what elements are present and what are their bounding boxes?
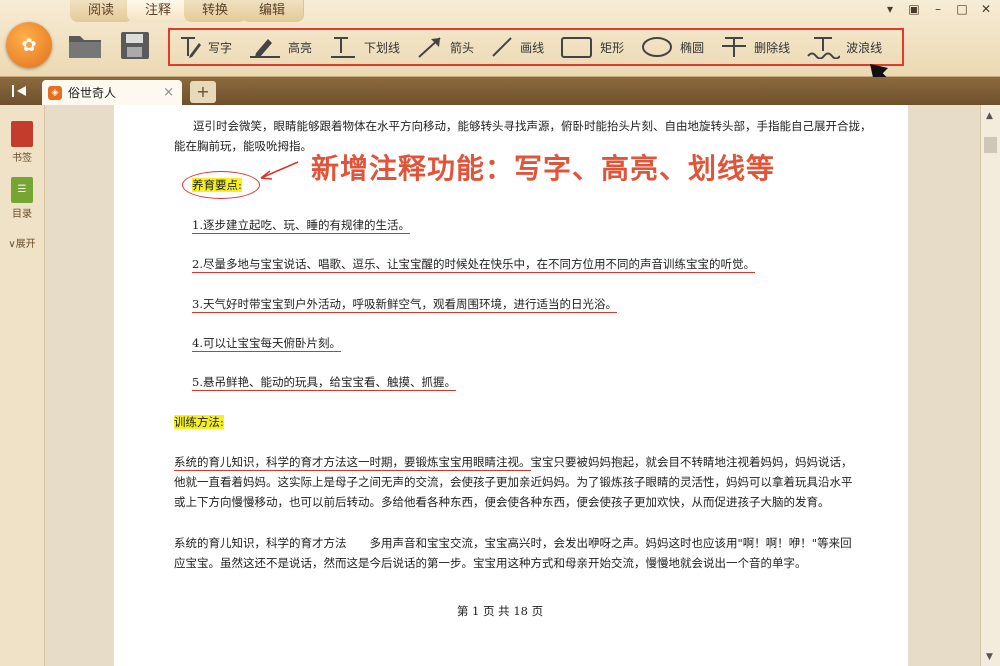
title-bar: 阅读 注释 转换 编辑 ▾ ▣ – □ ✕ ✿ 写字 高亮 下划线 箭头 画线 … [0,0,1000,94]
dropdown-icon[interactable]: ▾ [882,2,898,16]
wavy-line-icon [807,37,841,59]
sidebar-bookmark-label: 书签 [12,153,32,164]
sidebar-toc-label: 目录 [12,209,32,220]
save-button[interactable] [116,28,154,62]
arrow-tool-label: 箭头 [450,40,475,55]
scroll-up-icon[interactable]: ▲ [986,111,993,121]
annotation-text[interactable]: 新增注释功能：写字、高亮、划线等 [311,147,775,187]
paragraph-voice-line1: 系统的育儿知识，科学的育才方法 多用声音和宝宝交流，宝宝高兴时，会发出咿呀之声。… [174,536,852,550]
annotation-toolbar: 写字 高亮 下划线 箭头 画线 矩形 椭圆 删除线 波浪线 [168,28,904,66]
sidebar-expand-label: 展开 [15,239,36,250]
list-item: 5.悬吊鲜艳、能动的玩具，给宝宝看、触摸、抓握。 [192,372,456,392]
ellipse-icon [642,37,673,57]
rectangle-tool-label: 矩形 [600,40,625,55]
highlight-tool-label: 高亮 [288,40,313,55]
paragraph-training-line2: 他就一直看着妈妈。这实际上是母子之间无声的交流，会使孩子更加亲近妈妈。为了锻炼孩… [174,475,853,489]
list-item: 3.天气好时带宝宝到户外活动，呼吸新鲜空气，观看周围环境，进行适当的日光浴。 [192,294,617,314]
section-heading-training-text: 训练方法: [174,415,224,429]
list-item-5: 5.悬吊鲜艳、能动的玩具，给宝宝看、触摸、抓握。 [192,375,456,391]
toc-icon: ☰ [11,177,33,203]
ellipse-tool-button[interactable]: 椭圆 [632,30,712,64]
list-item-2: 2.尽量多地与宝宝说话、唱歌、逗乐、让宝宝醒的时候处在快乐中，在不同方位用不同的… [192,257,755,273]
write-tool-button[interactable]: 写字 [170,30,240,64]
sidebar-item-bookmark[interactable]: 书签 [0,121,44,164]
underline-tool-label: 下划线 [364,40,401,55]
save-icon [121,32,149,59]
paragraph-intro-line2: 能在胸前玩，能吸吮拇指。 [174,139,312,153]
document-icon: ◈ [48,85,62,100]
highlight-icon [250,39,281,58]
underline-icon [331,37,356,58]
paragraph-training-line1: 系统的育儿知识，科学的育才方法这一时期，要锻炼宝宝用眼睛注视。宝宝只要被妈妈抱起… [174,452,884,472]
write-tool-label: 写字 [208,40,233,55]
highlight-tool-button[interactable]: 高亮 [240,30,320,64]
paragraph-training-line1-rest: 宝宝只要被妈妈抱起，就会目不转睛地注视着妈妈，妈妈说话， [530,455,853,469]
window-controls: ▾ ▣ – □ ✕ [882,2,994,16]
app-logo-icon[interactable]: ✿ [6,22,52,68]
paragraph-intro-line1: 逗引时会微笑，眼睛能够跟着物体在水平方向移动，能够转头寻找声源，俯卧时能抬头片刻… [193,119,872,133]
list-item-3: 3.天气好时带宝宝到户外活动，呼吸新鲜空气，观看周围环境，进行适当的日光浴。 [192,297,617,313]
list-item: 4.可以让宝宝每天俯卧片刻。 [192,333,341,353]
tab-edit[interactable]: 编辑 [241,0,305,22]
section-heading-care: 养育要点: [192,175,242,195]
minimize-button[interactable]: – [930,2,946,16]
new-tab-button[interactable]: + [190,81,216,103]
paragraph-voice-line2: 应宝宝。虽然这还不是说话，然而这是今后说话的第一步。宝宝用这种方式和母亲开始交流… [174,556,807,570]
list-item-1: 1.逐步建立起吃、玩、睡的有规律的生活。 [192,218,410,234]
wavy-line-tool-button[interactable]: 波浪线 [798,30,890,64]
tab-convert[interactable]: 转换 [184,0,248,22]
ellipse-tool-label: 椭圆 [680,40,705,55]
maximize-button[interactable]: □ [954,2,970,16]
arrow-tool-button[interactable]: 箭头 [408,30,482,64]
paragraph-underlined-text: 系统的育儿知识，科学的育才方法这一时期，要锻炼宝宝用眼睛注视。 [174,455,531,471]
page-indicator: 第 1 页 共 18 页 [456,604,544,618]
underline-tool-button[interactable]: 下划线 [320,30,408,64]
collapse-left-icon [12,85,26,97]
list-item-4: 4.可以让宝宝每天俯卧片刻。 [192,336,341,352]
tab-read[interactable]: 阅读 [70,0,134,22]
folder-icon [69,36,101,58]
scroll-thumb[interactable] [984,137,997,153]
wavy-line-tool-label: 波浪线 [846,40,883,55]
rectangle-tool-button[interactable]: 矩形 [552,30,632,64]
strikethrough-icon [722,37,747,57]
paragraph-training-line3: 或上下方向慢慢移动，也可以前后转动。多给他看各种东西，便会使各种东西，便会使孩子… [174,495,830,509]
vertical-scrollbar[interactable]: ▲ ▼ [980,105,1000,666]
document-tab[interactable]: ◈ 俗世奇人 × [42,80,182,105]
rectangle-icon [561,37,593,58]
document-tab-bar: ◈ 俗世奇人 × + [0,77,1000,105]
arrow-icon [418,37,441,58]
strikethrough-tool-button[interactable]: 删除线 [712,30,798,64]
tab-annotate[interactable]: 注释 [127,0,191,22]
write-icon [181,37,201,58]
chevron-down-icon: ∨ [8,239,16,250]
menu-tabs: 阅读 注释 转换 编辑 [70,0,305,22]
close-tab-icon[interactable]: × [163,85,174,100]
list-item: 2.尽量多地与宝宝说话、唱歌、逗乐、让宝宝醒的时候处在快乐中，在不同方位用不同的… [192,254,755,274]
line-tool-label: 画线 [520,40,545,55]
section-heading-training: 训练方法: [174,412,224,432]
collapse-sidebar-button[interactable] [10,82,30,100]
list-item: 1.逐步建立起吃、玩、睡的有规律的生活。 [192,215,410,235]
skin-icon[interactable]: ▣ [906,2,922,16]
strikethrough-tool-label: 删除线 [754,40,791,55]
sidebar: 书签 ☰ 目录 ∨展开 [0,105,45,666]
line-icon [492,37,512,57]
line-tool-button[interactable]: 画线 [482,30,552,64]
close-button[interactable]: ✕ [978,2,994,16]
scroll-down-icon[interactable]: ▼ [986,652,993,662]
sidebar-item-toc[interactable]: ☰ 目录 [0,177,44,220]
open-folder-button[interactable] [66,28,104,62]
section-heading-care-text: 养育要点: [192,178,242,192]
annotation-arrow-icon[interactable] [258,160,300,182]
document-tab-title: 俗世奇人 [68,86,117,100]
bookmark-icon [11,121,33,147]
sidebar-expand[interactable]: ∨展开 [0,235,44,250]
